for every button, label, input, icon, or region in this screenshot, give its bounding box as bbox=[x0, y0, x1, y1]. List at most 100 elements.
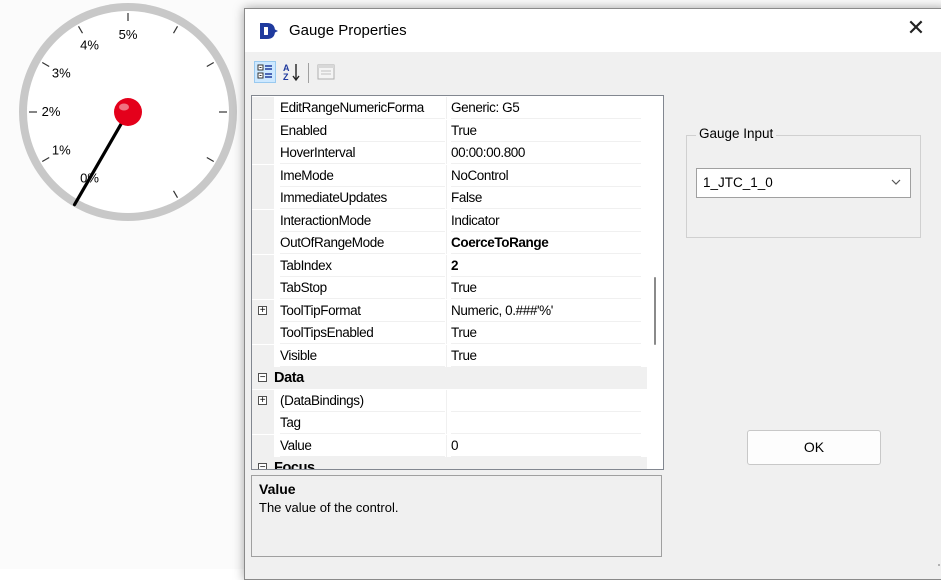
category-row-focus[interactable]: − Focus bbox=[252, 457, 663, 469]
property-name: InteractionMode bbox=[280, 210, 445, 232]
property-name: Value bbox=[280, 435, 445, 457]
row-gutter bbox=[252, 254, 274, 277]
row-gutter bbox=[252, 434, 274, 457]
property-pages-icon bbox=[317, 64, 335, 80]
property-row[interactable]: HoverInterval 00:00:00.800 bbox=[252, 142, 663, 164]
property-value[interactable]: False bbox=[451, 187, 641, 209]
description-title: Value bbox=[259, 481, 296, 497]
row-gutter bbox=[252, 322, 274, 344]
property-value[interactable]: 0 bbox=[451, 435, 641, 457]
column-divider[interactable] bbox=[446, 254, 447, 277]
property-grid[interactable]: EditRangeNumericForma Generic: G5 Enabled T… bbox=[251, 95, 664, 470]
gauge-tick-label: 3% bbox=[52, 66, 71, 81]
property-name: Enabled bbox=[280, 120, 445, 142]
title-bar[interactable]: Gauge Properties ✕ bbox=[245, 9, 941, 52]
property-row[interactable]: TabStop True bbox=[252, 277, 663, 299]
property-name: ImeMode bbox=[280, 165, 445, 187]
column-divider[interactable] bbox=[446, 412, 447, 434]
property-name: HoverInterval bbox=[280, 142, 445, 164]
ok-button[interactable]: OK bbox=[747, 430, 881, 465]
gauge-tick-label: 4% bbox=[80, 37, 99, 52]
property-grid-scrollbar[interactable] bbox=[647, 96, 663, 469]
property-row[interactable]: Tag bbox=[252, 412, 663, 434]
close-icon: ✕ bbox=[906, 15, 926, 40]
column-divider[interactable] bbox=[446, 434, 447, 457]
scrollbar-thumb[interactable] bbox=[654, 277, 656, 345]
property-value[interactable]: True bbox=[451, 120, 641, 142]
property-row[interactable]: ToolTipsEnabled True bbox=[252, 322, 663, 344]
column-divider[interactable] bbox=[446, 344, 447, 367]
property-row[interactable]: Enabled True bbox=[252, 119, 663, 142]
dialog-title: Gauge Properties bbox=[289, 22, 407, 39]
alphabetical-sort-icon: A Z bbox=[283, 63, 300, 82]
column-divider[interactable] bbox=[446, 97, 447, 119]
column-divider[interactable] bbox=[446, 277, 447, 299]
row-gutter bbox=[252, 344, 274, 367]
property-name: ToolTipFormat bbox=[280, 300, 445, 322]
close-button[interactable]: ✕ bbox=[893, 10, 939, 48]
column-divider[interactable] bbox=[446, 119, 447, 142]
collapse-icon[interactable]: − bbox=[258, 373, 267, 383]
property-value[interactable]: Generic: G5 bbox=[451, 97, 641, 119]
property-value[interactable]: 00:00:00.800 bbox=[451, 142, 641, 164]
property-row[interactable]: Visible True bbox=[252, 344, 663, 367]
row-gutter bbox=[252, 164, 274, 187]
column-divider[interactable] bbox=[446, 232, 447, 254]
property-row[interactable]: Value 0 bbox=[252, 434, 663, 457]
property-value[interactable]: True bbox=[451, 345, 641, 367]
property-row[interactable]: ImmediateUpdates False bbox=[252, 187, 663, 209]
column-divider[interactable] bbox=[446, 142, 447, 164]
property-value[interactable]: Numeric, 0.###'%' bbox=[451, 300, 641, 322]
toolbar-separator bbox=[308, 63, 309, 83]
property-row[interactable]: + ToolTipFormat Numeric, 0.###'%' bbox=[252, 299, 663, 322]
expand-icon[interactable]: + bbox=[258, 305, 267, 315]
column-divider[interactable] bbox=[446, 389, 447, 412]
gauge-hub-highlight bbox=[119, 103, 129, 111]
property-name: Visible bbox=[280, 345, 445, 367]
property-row[interactable]: OutOfRangeMode CoerceToRange bbox=[252, 232, 663, 254]
property-name: TabIndex bbox=[280, 255, 445, 277]
property-value[interactable]: True bbox=[451, 322, 641, 344]
gauge-tick-label: 1% bbox=[52, 143, 71, 158]
column-divider[interactable] bbox=[446, 209, 447, 232]
property-value[interactable]: CoerceToRange bbox=[451, 232, 641, 254]
property-value[interactable]: 2 bbox=[451, 255, 641, 277]
row-gutter bbox=[252, 277, 274, 299]
column-divider[interactable] bbox=[446, 299, 447, 322]
property-row[interactable]: + (DataBindings) bbox=[252, 389, 663, 412]
categorized-icon bbox=[257, 64, 272, 79]
column-divider[interactable] bbox=[446, 164, 447, 187]
property-name: (DataBindings) bbox=[280, 390, 445, 412]
description-text: The value of the control. bbox=[259, 500, 399, 515]
expand-icon[interactable]: + bbox=[258, 395, 267, 405]
property-row[interactable]: EditRangeNumericForma Generic: G5 bbox=[252, 97, 663, 119]
property-value[interactable] bbox=[451, 390, 641, 412]
property-value[interactable]: Indicator bbox=[451, 210, 641, 232]
row-gutter bbox=[252, 187, 274, 209]
column-divider[interactable] bbox=[446, 187, 447, 209]
categorized-button[interactable] bbox=[254, 61, 276, 83]
property-row[interactable]: ImeMode NoControl bbox=[252, 164, 663, 187]
row-gutter bbox=[252, 119, 274, 142]
gauge-tick-label: 5% bbox=[119, 27, 138, 42]
property-description-panel: Value The value of the control. bbox=[251, 475, 662, 557]
collapse-icon[interactable]: − bbox=[258, 463, 267, 469]
property-row[interactable]: TabIndex 2 bbox=[252, 254, 663, 277]
svg-text:Z: Z bbox=[283, 72, 289, 82]
property-value[interactable] bbox=[451, 412, 641, 434]
property-value[interactable]: True bbox=[451, 277, 641, 299]
property-row[interactable]: InteractionMode Indicator bbox=[252, 209, 663, 232]
column-divider[interactable] bbox=[446, 322, 447, 344]
property-name: Tag bbox=[280, 412, 445, 434]
gauge-properties-dialog: Gauge Properties ✕ A Z EditRangeNumericF… bbox=[244, 8, 941, 580]
category-row-data[interactable]: − Data bbox=[252, 367, 663, 389]
property-value[interactable]: NoControl bbox=[451, 165, 641, 187]
gauge-input-select[interactable]: 1_JTC_1_0 bbox=[696, 168, 911, 198]
category-label: Data bbox=[274, 370, 304, 386]
alphabetical-button[interactable]: A Z bbox=[281, 61, 303, 83]
property-name: ToolTipsEnabled bbox=[280, 322, 445, 344]
row-gutter bbox=[252, 97, 274, 119]
resize-grip-icon[interactable] bbox=[935, 557, 941, 567]
gauge-input-group: Gauge Input 1_JTC_1_0 bbox=[686, 126, 921, 238]
property-pages-button[interactable] bbox=[315, 61, 337, 83]
